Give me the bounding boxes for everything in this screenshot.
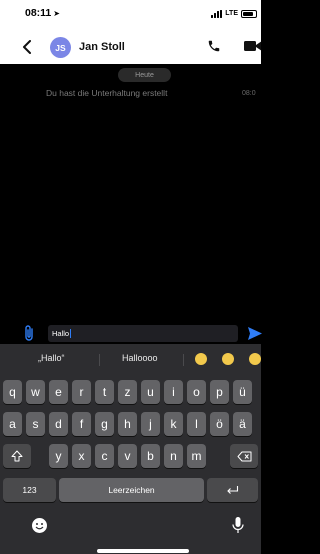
key-b[interactable]: b [141, 444, 160, 468]
suggestion-divider [99, 354, 100, 366]
delete-icon [237, 451, 251, 461]
key-s[interactable]: s [26, 412, 45, 436]
key-j[interactable]: j [141, 412, 160, 436]
key-y[interactable]: y [49, 444, 68, 468]
key-t[interactable]: t [95, 380, 114, 404]
battery-level [243, 12, 254, 16]
return-key[interactable] [207, 478, 258, 502]
status-bar: 08:11 ➤ LTE [0, 0, 261, 30]
send-button[interactable] [247, 326, 263, 341]
key-r[interactable]: r [72, 380, 91, 404]
message-input[interactable]: Hallo [48, 325, 238, 342]
status-time-text: 08:11 [25, 7, 52, 19]
keyboard-bottom-bar [0, 515, 261, 554]
key-x[interactable]: x [72, 444, 91, 468]
delete-key[interactable] [230, 444, 258, 468]
suggestion-1[interactable]: „Hallo“ [38, 353, 65, 363]
shift-key[interactable] [3, 444, 31, 468]
call-button[interactable] [207, 39, 223, 55]
key-p[interactable]: p [210, 380, 229, 404]
chat-header: JS Jan Stoll [0, 30, 261, 64]
key-n[interactable]: n [164, 444, 183, 468]
text-caret [70, 329, 72, 338]
key-o[interactable]: o [187, 380, 206, 404]
emoji-suggestion-icon[interactable] [249, 353, 261, 365]
key-z[interactable]: z [118, 380, 137, 404]
chat-area[interactable]: Heute Du hast die Unterhaltung erstellt … [0, 64, 261, 323]
key-q[interactable]: q [3, 380, 22, 404]
date-separator: Heute [118, 68, 171, 82]
key-c[interactable]: c [95, 444, 114, 468]
paperclip-icon [25, 325, 33, 341]
video-call-button[interactable] [243, 39, 261, 55]
key-k[interactable]: k [164, 412, 183, 436]
key-f[interactable]: f [72, 412, 91, 436]
system-message-time: 08:0 [242, 90, 256, 97]
compose-bar: Hallo [0, 323, 263, 344]
key-i[interactable]: i [164, 380, 183, 404]
avatar-initials: JS [55, 42, 66, 53]
emoji-keyboard-button[interactable] [31, 517, 48, 534]
emoji-icon [32, 518, 47, 533]
key-oe[interactable]: ö [210, 412, 229, 436]
key-w[interactable]: w [26, 380, 45, 404]
home-indicator[interactable] [97, 549, 189, 553]
status-time: 08:11 ➤ [25, 7, 60, 19]
key-ae[interactable]: ä [233, 412, 252, 436]
key-h[interactable]: h [118, 412, 137, 436]
avatar[interactable]: JS [50, 37, 71, 58]
key-a[interactable]: a [3, 412, 22, 436]
key-ue[interactable]: ü [233, 380, 252, 404]
dictation-button[interactable] [232, 516, 248, 535]
key-d[interactable]: d [49, 412, 68, 436]
return-icon [227, 486, 239, 494]
network-type: LTE [225, 10, 238, 17]
emoji-suggestion-icon[interactable] [222, 353, 234, 365]
chevron-left-icon [23, 40, 31, 54]
key-m[interactable]: m [187, 444, 206, 468]
space-key[interactable]: Leerzeichen [59, 478, 204, 502]
key-g[interactable]: g [95, 412, 114, 436]
message-input-text: Hallo [52, 329, 70, 338]
key-e[interactable]: e [49, 380, 68, 404]
contact-name[interactable]: Jan Stoll [79, 41, 125, 53]
phone-icon [208, 40, 220, 52]
suggestion-divider [183, 354, 184, 366]
key-l[interactable]: l [187, 412, 206, 436]
microphone-icon [232, 517, 244, 533]
send-icon [248, 327, 262, 340]
system-message: Du hast die Unterhaltung erstellt [46, 88, 168, 98]
status-indicators: LTE [211, 8, 257, 18]
location-arrow-icon: ➤ [53, 9, 60, 18]
emoji-suggestion-icon[interactable] [195, 353, 207, 365]
key-u[interactable]: u [141, 380, 160, 404]
signal-strength-icon [211, 10, 223, 18]
shift-icon [11, 450, 23, 462]
video-camera-icon [244, 41, 261, 51]
numbers-key[interactable]: 123 [3, 478, 56, 502]
attach-button[interactable] [23, 324, 37, 343]
suggestion-2[interactable]: Halloooo [122, 353, 158, 363]
battery-icon [241, 10, 257, 18]
back-button[interactable] [18, 38, 36, 56]
key-v[interactable]: v [118, 444, 137, 468]
suggestion-bar: „Hallo“ Halloooo [0, 344, 261, 374]
